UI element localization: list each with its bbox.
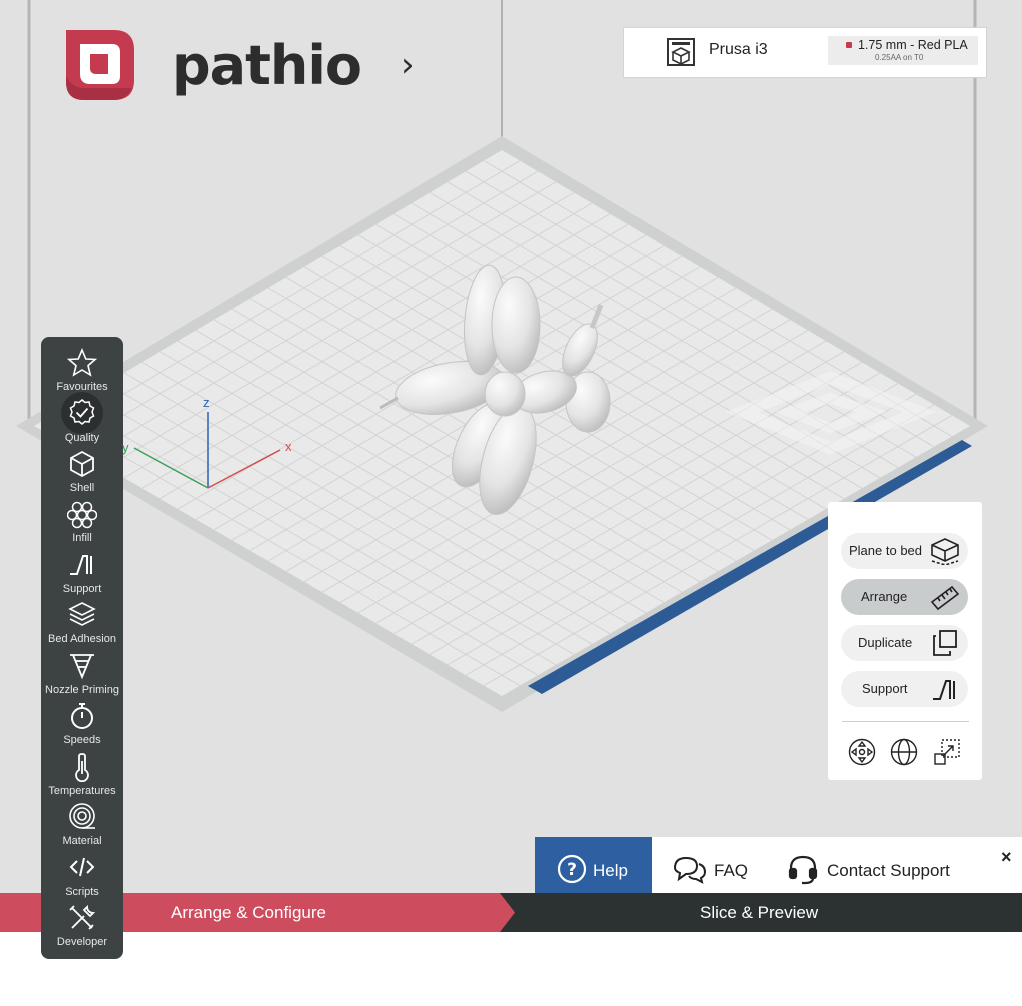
- pathio-logo-icon: [66, 30, 134, 100]
- sidebar-item-support[interactable]: Support: [41, 550, 123, 600]
- arrange-button[interactable]: Arrange: [841, 579, 968, 615]
- app-brand-name: pathio: [172, 33, 362, 97]
- tool-button-label: Support: [862, 681, 908, 696]
- sidebar-item-nozzle-priming[interactable]: Nozzle Priming: [41, 651, 123, 701]
- sidebar-item-label: Bed Adhesion: [48, 633, 116, 645]
- star-icon: [67, 348, 97, 377]
- step-slice-preview-label: Slice & Preview: [700, 903, 819, 922]
- sidebar-item-speeds[interactable]: Speeds: [41, 701, 123, 751]
- move-icon[interactable]: [848, 738, 876, 766]
- sidebar-item-label: Scripts: [65, 886, 99, 898]
- duplicate-icon: [933, 630, 957, 656]
- workflow-steps: Arrange & Configure Slice & Preview: [0, 893, 1022, 932]
- sidebar-item-label: Shell: [69, 482, 95, 494]
- honeycomb-icon: [67, 501, 97, 529]
- help-tab-label: Help: [593, 861, 628, 880]
- z-axis-label: z: [203, 395, 210, 410]
- duplicate-button[interactable]: Duplicate: [841, 625, 968, 661]
- panel-divider: [842, 721, 969, 722]
- chat-bubbles-icon: [673, 856, 707, 884]
- nozzle-label: 0.25AA on T0: [875, 53, 924, 62]
- filament-spool-icon: [69, 803, 95, 829]
- help-bar: ? Help FAQ Contact Support ×: [535, 837, 1022, 893]
- sidebar-item-temperatures[interactable]: Temperatures: [41, 752, 123, 802]
- thermometer-icon: [75, 753, 89, 782]
- status-area: [0, 932, 1022, 1006]
- tool-button-label: Arrange: [861, 589, 908, 604]
- sidebar-item-scripts[interactable]: Scripts: [41, 853, 123, 903]
- sidebar-item-label: Developer: [56, 936, 108, 948]
- sidebar-item-shell[interactable]: Shell: [41, 449, 123, 499]
- app-logo[interactable]: pathio ›: [60, 26, 415, 104]
- nozzle-icon: [70, 654, 94, 680]
- sidebar-item-bed-adhesion[interactable]: Bed Adhesion: [41, 600, 123, 650]
- tool-button-label: Plane to bed: [849, 543, 923, 558]
- sidebar-item-label: Infill: [72, 532, 92, 544]
- plane-to-bed-icon: [931, 538, 959, 565]
- sidebar-item-label: Material: [62, 835, 102, 847]
- x-axis-label: x: [285, 439, 292, 454]
- printer-name: Prusa i3: [709, 41, 768, 58]
- help-circle-icon: ?: [557, 854, 587, 884]
- sidebar-item-infill[interactable]: Infill: [41, 499, 123, 549]
- support-icon: [933, 680, 955, 700]
- sidebar-item-developer[interactable]: Developer: [41, 903, 123, 953]
- material-selector[interactable]: 1.75 mm - Red PLA 0.25AA on T0: [828, 36, 978, 65]
- tool-button-label: Duplicate: [858, 635, 913, 650]
- stopwatch-icon: [71, 703, 93, 729]
- faq-tab-label: FAQ: [714, 861, 749, 880]
- code-icon: [69, 857, 95, 877]
- quality-check-icon: [61, 392, 103, 434]
- rotate-icon[interactable]: [890, 738, 918, 766]
- sidebar-item-favourites[interactable]: Favourites: [41, 348, 123, 398]
- sidebar-item-label: Temperatures: [48, 785, 116, 797]
- 3d-viewport[interactable]: z x y pathio › Prusa i3 1.75 mm - Red PL…: [0, 0, 1022, 1006]
- printer-icon: [667, 38, 695, 66]
- material-label: 1.75 mm - Red PLA: [858, 38, 968, 52]
- chevron-right-icon[interactable]: ›: [401, 45, 415, 85]
- sidebar-item-label: Support: [62, 583, 102, 595]
- layers-icon: [68, 602, 96, 626]
- support-icon: [70, 555, 92, 575]
- material-color-swatch: [846, 42, 852, 48]
- help-tab[interactable]: ? Help: [535, 837, 652, 893]
- sidebar-item-material[interactable]: Material: [41, 802, 123, 852]
- cube-icon: [70, 450, 94, 478]
- step-arrange-configure-label: Arrange & Configure: [171, 903, 326, 922]
- object-tools-panel: Plane to bed Arrange Duplicate Support: [828, 502, 982, 780]
- sidebar-item-label: Quality: [64, 432, 100, 444]
- tools-icon: [69, 904, 96, 930]
- sidebar-item-quality[interactable]: Quality: [41, 392, 123, 449]
- printer-selector[interactable]: Prusa i3 1.75 mm - Red PLA 0.25AA on T0: [623, 27, 987, 78]
- close-icon[interactable]: ×: [1001, 847, 1012, 868]
- plane-to-bed-button[interactable]: Plane to bed: [841, 533, 968, 569]
- ruler-icon: [930, 585, 960, 611]
- add-support-button[interactable]: Support: [841, 671, 968, 707]
- y-axis-label: y: [122, 440, 129, 455]
- svg-text:?: ?: [567, 860, 577, 880]
- sidebar-item-label: Speeds: [63, 734, 101, 746]
- headset-icon: [788, 855, 818, 885]
- settings-sidebar: Favourites Quality Shell Infill Support …: [41, 337, 123, 959]
- sidebar-item-label: Nozzle Priming: [45, 684, 119, 696]
- scale-icon[interactable]: [933, 738, 961, 766]
- contact-support-label: Contact Support: [827, 861, 950, 880]
